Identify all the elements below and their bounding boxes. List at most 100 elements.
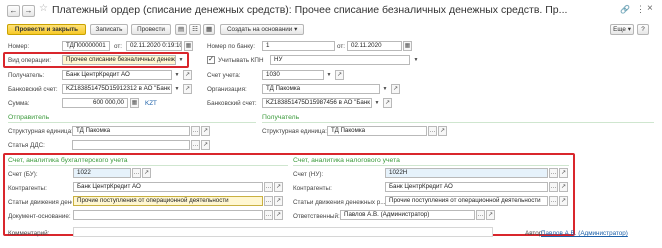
open-icon[interactable]: ↗ [142, 168, 151, 178]
chevron-down-icon: ▾ [627, 26, 631, 33]
calendar-icon-2[interactable]: ▦ [403, 41, 412, 51]
create-based-button[interactable]: Создать на основании ▾ [220, 24, 304, 35]
select-icon[interactable]: … [549, 196, 558, 206]
open-icon[interactable]: ↗ [383, 98, 392, 108]
select-icon[interactable]: … [428, 126, 437, 136]
chevron-down-icon[interactable]: ▼ [177, 56, 185, 64]
sender-title: Отправитель [8, 114, 50, 121]
doc-base-field[interactable] [73, 210, 263, 220]
comment-label: Комментарий: [8, 230, 50, 237]
star-icon[interactable]: ☆ [39, 3, 48, 14]
receiver-divider [262, 122, 654, 123]
open-icon[interactable]: ↗ [274, 210, 283, 220]
open-icon[interactable]: ↗ [183, 84, 192, 94]
open-icon[interactable]: ↗ [183, 70, 192, 80]
kpn-select[interactable]: НУ [270, 55, 410, 65]
calculator-icon[interactable]: ▦ [130, 98, 139, 108]
nu-contractor-label: Контрагенты: [293, 185, 332, 192]
more-button[interactable]: Еще ▾ [610, 24, 634, 35]
post-button[interactable]: Провести [131, 24, 171, 35]
bu-divider [8, 165, 288, 166]
bu-flow-field[interactable]: Прочие поступления от операционной деяте… [73, 196, 263, 206]
open-icon[interactable]: ↗ [486, 210, 495, 220]
dds-field[interactable] [72, 140, 190, 150]
select-icon[interactable]: … [476, 210, 485, 220]
chevron-down-icon[interactable]: ▼ [173, 85, 181, 93]
responsible-field[interactable]: Павлов А.В. (Администратор) [340, 210, 475, 220]
organization-field[interactable]: ТД Пакомка [262, 84, 380, 94]
recipient-field[interactable]: Банк ЦентрКредит АО [62, 70, 172, 80]
select-icon[interactable]: … [549, 182, 558, 192]
open-icon[interactable]: ↗ [559, 196, 568, 206]
open-icon[interactable]: ↗ [201, 140, 210, 150]
bu-contractor-field[interactable]: Банк ЦентрКредит АО [73, 182, 263, 192]
currency-link[interactable]: KZT [145, 100, 157, 107]
bu-flow-label: Статьи движения денежных р... [8, 199, 72, 206]
chevron-down-icon[interactable]: ▼ [373, 99, 381, 107]
select-icon[interactable]: … [264, 196, 273, 206]
back-button[interactable]: ← [7, 5, 20, 17]
nu-account-label: Счет (НУ): [293, 171, 324, 178]
chevron-down-icon[interactable]: ▼ [173, 71, 181, 79]
bank-number-label: Номер по банку: [207, 43, 255, 50]
chevron-down-icon: ▾ [294, 26, 298, 33]
recipient-label: Получатель: [8, 72, 45, 79]
nu-divider [293, 165, 569, 166]
author-link[interactable]: Павлов А.В. (Администратор) [541, 230, 628, 237]
sum-label: Сумма: [8, 100, 30, 107]
chevron-down-icon[interactable]: ▼ [412, 56, 420, 64]
select-icon[interactable]: … [191, 140, 200, 150]
kpn-label: Учитывать КПН [218, 57, 264, 64]
open-icon[interactable]: ↗ [335, 70, 344, 80]
account-field[interactable]: 1030 [262, 70, 324, 80]
bank-account-field[interactable]: KZ183851475D15912312 в АО "Банк Цен... [62, 84, 172, 94]
nu-flow-field[interactable]: Прочие поступления от операционной деяте… [385, 196, 548, 206]
forward-button[interactable]: → [22, 5, 35, 17]
create-based-label: Создать на основании [227, 26, 293, 33]
kpn-checkbox[interactable]: ✓ [207, 56, 215, 64]
help-button[interactable]: ? [637, 24, 649, 35]
print-icon[interactable]: ▤ [175, 24, 187, 35]
open-icon[interactable]: ↗ [201, 126, 210, 136]
open-icon[interactable]: ↗ [559, 182, 568, 192]
chevron-down-icon[interactable]: ▼ [381, 85, 389, 93]
select-icon[interactable]: … [132, 168, 141, 178]
more-vertical-icon[interactable]: ⋮ [636, 4, 645, 15]
date-field[interactable]: 02.11.2020 0:19:10 [126, 41, 182, 51]
link-icon[interactable]: 🔗 [620, 5, 630, 14]
close-icon[interactable]: × [647, 3, 653, 14]
operation-label: Вид операции: [8, 57, 51, 64]
nu-account-field[interactable]: 1022Н [385, 168, 548, 178]
chevron-down-icon[interactable]: ▼ [325, 71, 333, 79]
open-icon[interactable]: ↗ [559, 168, 568, 178]
select-icon[interactable]: … [264, 182, 273, 192]
sum-field[interactable]: 600 000,00 [62, 98, 128, 108]
bu-title: Счет, аналитика бухгалтерского учета [8, 157, 128, 164]
select-icon[interactable]: … [191, 126, 200, 136]
bank-date-field[interactable]: 02.11.2020 [347, 41, 402, 51]
open-icon[interactable]: ↗ [274, 182, 283, 192]
table-icon[interactable]: ▦ [203, 24, 215, 35]
select-icon[interactable]: … [264, 210, 273, 220]
window-title: Платежный ордер (списание денежных средс… [52, 4, 568, 16]
open-icon[interactable]: ↗ [438, 126, 447, 136]
calendar-icon[interactable]: ▦ [184, 41, 193, 51]
number-field[interactable]: ТДП00000001 [62, 41, 110, 51]
nu-contractor-field[interactable]: Банк ЦентрКредит АО [385, 182, 548, 192]
dds-label: Статья ДДС: [8, 142, 45, 149]
comment-field[interactable] [73, 227, 493, 237]
receiver-unit-field[interactable]: ТД Пакомка [327, 126, 427, 136]
operation-select[interactable]: Прочее списание безналичных денежны... [62, 55, 176, 65]
sender-unit-field[interactable]: ТД Пакомка [72, 126, 190, 136]
open-icon[interactable]: ↗ [274, 196, 283, 206]
bank-number-field[interactable]: 1 [262, 41, 335, 51]
more-label: Еще [613, 26, 626, 33]
post-and-close-button[interactable]: Провести и закрыть [7, 24, 86, 35]
document-icon[interactable]: ☷ [189, 24, 201, 35]
number-label: Номер: [8, 43, 30, 50]
select-icon[interactable]: … [549, 168, 558, 178]
open-icon[interactable]: ↗ [391, 84, 400, 94]
bu-account-field[interactable]: 1022 [73, 168, 131, 178]
save-button[interactable]: Записать [90, 24, 128, 35]
bank-account-field-2[interactable]: KZ183851475D15987456 в АО "Банк Цен... [262, 98, 372, 108]
